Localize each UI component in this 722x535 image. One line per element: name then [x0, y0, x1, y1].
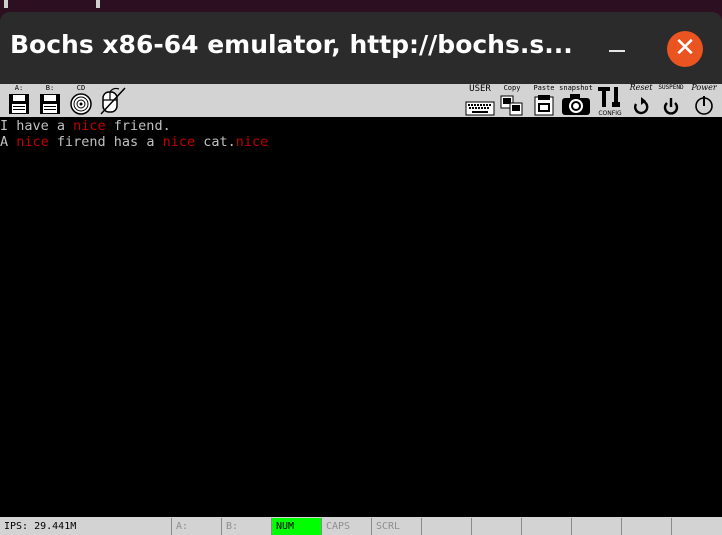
config-button[interactable]: CONFIG [595, 84, 625, 117]
suspend-button[interactable]: SUSPEND [656, 84, 686, 117]
reset-button[interactable]: Reset [626, 84, 656, 117]
floppy-a-icon [9, 94, 29, 114]
cdrom-label: CD [76, 84, 86, 92]
screen-line-2: A nice firend has a nice cat.nice [0, 134, 268, 150]
floppy-b-icon [40, 94, 60, 114]
snapshot-button[interactable]: snapshot [558, 84, 594, 117]
config-label: CONFIG [598, 110, 622, 117]
minimize-button[interactable] [606, 34, 628, 56]
status-slot [522, 518, 572, 535]
floppy-a-status: A: [172, 518, 222, 535]
power-button[interactable]: Power [688, 84, 720, 117]
floppy-a-button[interactable]: A: [4, 84, 34, 117]
close-icon: ✕ [674, 33, 696, 63]
snapshot-icon [562, 94, 590, 115]
text-segment: firend has a [48, 134, 163, 150]
highlighted-word: nice [235, 134, 269, 150]
floppy-a-label: A: [14, 84, 24, 92]
desktop-background [0, 0, 722, 12]
emulator-display[interactable]: I have a nice friend. A nice firend has … [0, 118, 722, 516]
user-label: USER [469, 84, 491, 94]
highlighted-word: nice [16, 134, 49, 150]
status-slot [622, 518, 672, 535]
keyboard-icon [465, 101, 495, 116]
copy-icon [500, 95, 523, 116]
minimize-icon [609, 50, 625, 52]
screen-line-1: I have a nice friend. [0, 118, 171, 134]
config-icon [598, 87, 620, 107]
cdrom-button[interactable]: CD [66, 84, 96, 117]
reset-icon [634, 97, 649, 115]
paste-icon [534, 95, 554, 116]
mouse-toggle-button[interactable] [98, 84, 128, 117]
highlighted-word: nice [162, 134, 196, 150]
caps-lock-indicator: CAPS [322, 518, 372, 535]
suspend-label: SUSPEND [658, 84, 684, 91]
copy-button[interactable]: Copy [498, 84, 526, 117]
floppy-b-button[interactable]: B: [36, 84, 64, 117]
bochs-window: Bochs x86-64 emulator, http://bochs.s...… [0, 12, 722, 535]
num-lock-indicator: NUM [272, 518, 322, 535]
status-slot [472, 518, 522, 535]
status-bar: IPS: 29.441M A: B: NUM CAPS SCRL [0, 516, 722, 535]
close-button[interactable]: ✕ [667, 31, 703, 67]
paste-button[interactable]: Paste [530, 84, 558, 117]
window-title: Bochs x86-64 emulator, http://bochs.s... [10, 30, 573, 59]
toolbar: A: B: CD USER Copy Paste snapshot CONFIG… [0, 84, 722, 118]
power-icon [695, 96, 713, 115]
status-slot [572, 518, 622, 535]
text-segment: cat. [195, 134, 236, 150]
reset-label: Reset [629, 83, 653, 92]
text-segment: A [0, 134, 17, 150]
title-bar[interactable]: Bochs x86-64 emulator, http://bochs.s...… [0, 12, 722, 84]
scroll-lock-indicator: SCRL [372, 518, 422, 535]
suspend-icon [663, 98, 679, 115]
power-label: Power [691, 83, 717, 92]
text-segment: I have a [0, 118, 74, 134]
highlighted-word: nice [73, 118, 106, 134]
mouse-icon [100, 87, 126, 115]
status-slot [422, 518, 472, 535]
ips-indicator: IPS: 29.441M [0, 518, 172, 535]
snapshot-label: snapshot [559, 84, 593, 92]
paste-label: Paste [533, 84, 555, 92]
floppy-b-label: B: [45, 84, 55, 92]
copy-label: Copy [503, 84, 521, 92]
status-slot [672, 518, 722, 535]
text-segment: friend. [105, 118, 171, 134]
cdrom-icon [70, 93, 92, 115]
floppy-b-status: B: [222, 518, 272, 535]
user-button[interactable]: USER [464, 84, 496, 117]
